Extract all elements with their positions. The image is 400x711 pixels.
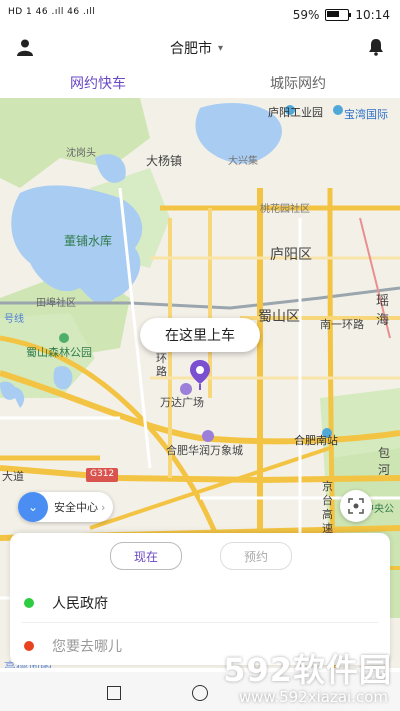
home-icon[interactable] <box>192 685 208 701</box>
bell-icon[interactable] <box>367 38 385 56</box>
pickup-bubble[interactable]: 在这里上车 <box>140 318 260 352</box>
map-label: 环路 <box>156 352 167 378</box>
city-name: 合肥市 <box>170 41 212 57</box>
reserve-button[interactable]: 预约 <box>220 542 292 570</box>
watermark-url: www.592xiazai.com <box>238 688 388 706</box>
chevron-right-icon: › <box>101 500 106 514</box>
red-dot-icon <box>24 641 34 651</box>
map-label: 大兴集 <box>228 156 258 167</box>
origin-text: 人民政府 <box>52 596 108 612</box>
signal-indicators: HD 1 46 .ıll 46 .ıll <box>8 7 96 17</box>
status-bar: HD 1 46 .ıll 46 .ıll 59% 10:14 <box>0 0 400 32</box>
status-right: 59% 10:14 <box>293 8 390 22</box>
map-label: 万达广场 <box>160 396 204 409</box>
map-label: 庐阳区 <box>270 247 312 263</box>
shield-icon: ⌄ <box>18 492 48 522</box>
origin-field[interactable]: 人民政府 <box>24 593 108 613</box>
tab-intercity[interactable]: 城际网约 <box>270 73 326 93</box>
user-icon[interactable] <box>16 38 34 56</box>
map-label: 董铺水库 <box>64 234 113 248</box>
chevron-down-icon: ▾ <box>218 42 224 54</box>
green-dot-icon <box>24 598 34 608</box>
destination-placeholder: 您要去哪儿 <box>52 639 122 655</box>
locate-icon <box>348 498 364 514</box>
map-label: 包河 <box>378 446 391 477</box>
map-label: 合肥南站 <box>294 434 338 447</box>
map-label: 大道 <box>2 470 24 483</box>
map-label: 大杨镇 <box>146 154 183 168</box>
map-label: 合肥华润万象城 <box>166 444 243 457</box>
recent-apps-icon[interactable] <box>107 686 121 700</box>
map-label: 庐阳工业园 <box>268 106 323 119</box>
map-label: 京台高速 <box>322 480 333 535</box>
location-pin-icon <box>190 360 210 390</box>
map-label: 蜀山区 <box>258 309 300 325</box>
now-button[interactable]: 现在 <box>110 542 182 570</box>
map-label: 田埠社区 <box>36 298 76 309</box>
map-label: 宝湾国际 <box>344 108 388 121</box>
safety-center-label: 安全中心 <box>54 501 98 514</box>
tab-express[interactable]: 网约快车 <box>70 73 126 93</box>
map-label: 桃花园社区 <box>260 204 310 215</box>
map-label: 瑶海 <box>376 294 390 328</box>
highway-shield: G312 <box>90 469 115 479</box>
clock: 10:14 <box>355 8 390 22</box>
destination-field[interactable]: 您要去哪儿 <box>24 636 122 656</box>
map-label: 南一环路 <box>320 318 364 331</box>
city-selector[interactable]: 合肥市 ▾ <box>170 38 223 58</box>
safety-center-button[interactable]: ⌄ 安全中心 › <box>18 492 114 522</box>
map-label: 号线 <box>4 314 24 325</box>
locate-button[interactable] <box>340 490 372 522</box>
battery-icon <box>325 9 352 21</box>
battery-percent: 59% <box>292 8 320 22</box>
map-label: 蜀山森林公园 <box>26 346 92 359</box>
divider <box>22 622 378 623</box>
map-label: 沈岗头 <box>66 148 96 159</box>
watermark-logo: 592软件园 <box>223 651 392 689</box>
